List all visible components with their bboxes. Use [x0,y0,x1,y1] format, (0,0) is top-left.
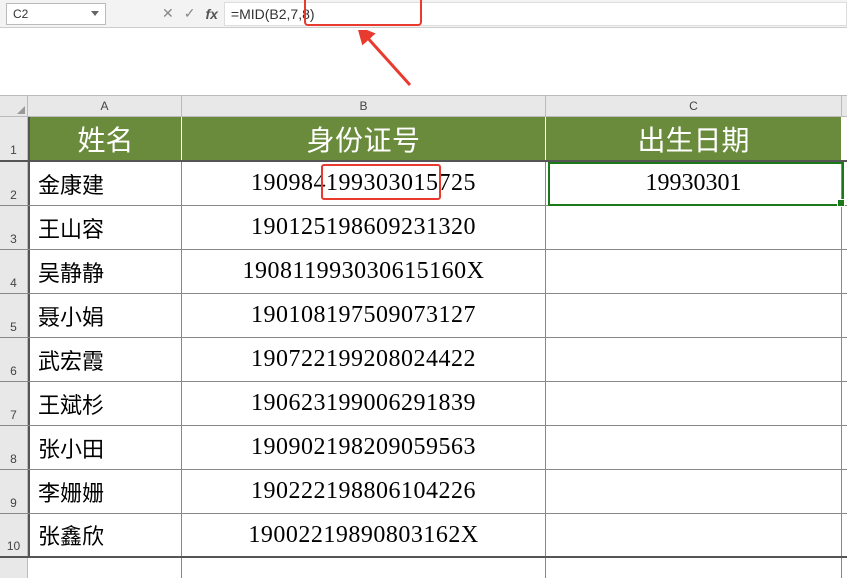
table-row-empty [0,558,847,578]
column-header-B[interactable]: B [182,96,546,116]
table-header-row: 1 姓名 身份证号 出生日期 [0,117,847,162]
row-header[interactable]: 2 [0,162,28,205]
cell-name[interactable]: 李姗姗 [28,470,182,513]
formula-text: =MID(B2,7,8) [231,6,315,22]
row-header[interactable]: 8 [0,426,28,469]
name-box-dropdown-icon[interactable] [91,11,99,16]
table-row: 2 金康建 190984199303015725 19930301 [0,162,847,206]
formula-bar-icons: ✕ ✓ fx [162,5,218,22]
table-row: 9 李姗姗 190222198806104226 [0,470,847,514]
cell-id[interactable]: 190222198806104226 [182,470,546,513]
header-dob[interactable]: 出生日期 [546,117,842,160]
cell-id[interactable]: 19002219890803162X [182,514,546,556]
cell-dob[interactable] [546,470,842,513]
cell-name[interactable]: 吴静静 [28,250,182,293]
cell-dob[interactable]: 19930301 [546,162,842,205]
rows-container: 1 姓名 身份证号 出生日期 2 金康建 190984199303015725 … [0,117,847,578]
cell-id[interactable]: 190108197509073127 [182,294,546,337]
cell-dob[interactable] [546,382,842,425]
row-header[interactable]: 9 [0,470,28,513]
table-row: 5 聂小娟 190108197509073127 [0,294,847,338]
table-row: 10 张鑫欣 19002219890803162X [0,514,847,558]
row-header[interactable]: 4 [0,250,28,293]
cell-name[interactable]: 金康建 [28,162,182,205]
cell-id[interactable]: 190125198609231320 [182,206,546,249]
confirm-icon[interactable]: ✓ [184,5,196,22]
cancel-icon[interactable]: ✕ [162,5,174,22]
table-row: 6 武宏霞 190722199208024422 [0,338,847,382]
row-header[interactable]: 10 [0,514,28,556]
table-row: 8 张小田 190902198209059563 [0,426,847,470]
select-all-button[interactable] [0,96,28,116]
name-box-value: C2 [13,7,28,21]
cell-id[interactable]: 190811993030615160X [182,250,546,293]
spreadsheet-grid: A B C 1 姓名 身份证号 出生日期 2 金康建 1909841993030… [0,95,847,578]
name-box[interactable]: C2 [6,3,106,25]
header-name[interactable]: 姓名 [28,117,182,160]
cell-dob[interactable] [546,426,842,469]
cell-name[interactable]: 张鑫欣 [28,514,182,556]
cell-name[interactable]: 王斌杉 [28,382,182,425]
cell-id[interactable]: 190902198209059563 [182,426,546,469]
cell-dob[interactable] [546,250,842,293]
column-header-A[interactable]: A [28,96,182,116]
row-header-1[interactable]: 1 [0,117,28,160]
column-header-C[interactable]: C [546,96,842,116]
row-header[interactable]: 7 [0,382,28,425]
table-row: 3 王山容 190125198609231320 [0,206,847,250]
column-headers-row: A B C [0,95,847,117]
cell-id[interactable]: 190722199208024422 [182,338,546,381]
cell-dob[interactable] [546,338,842,381]
cell-dob[interactable] [546,206,842,249]
cell-empty[interactable] [182,558,546,578]
row-header[interactable]: 3 [0,206,28,249]
cell-name[interactable]: 王山容 [28,206,182,249]
cell-name[interactable]: 武宏霞 [28,338,182,381]
formula-input[interactable]: =MID(B2,7,8) [224,2,847,26]
cell-name[interactable]: 聂小娟 [28,294,182,337]
row-header[interactable] [0,558,28,578]
cell-empty[interactable] [546,558,842,578]
formula-bar: C2 ✕ ✓ fx =MID(B2,7,8) [0,0,847,28]
cell-id[interactable]: 190623199006291839 [182,382,546,425]
row-header[interactable]: 6 [0,338,28,381]
row-header[interactable]: 5 [0,294,28,337]
table-row: 7 王斌杉 190623199006291839 [0,382,847,426]
fx-icon[interactable]: fx [205,6,217,22]
cell-name[interactable]: 张小田 [28,426,182,469]
cell-id[interactable]: 190984199303015725 [182,162,546,205]
cell-dob[interactable] [546,294,842,337]
header-id[interactable]: 身份证号 [182,117,546,160]
arrow-annotation [355,30,435,95]
cell-empty[interactable] [28,558,182,578]
cell-dob[interactable] [546,514,842,556]
table-row: 4 吴静静 190811993030615160X [0,250,847,294]
